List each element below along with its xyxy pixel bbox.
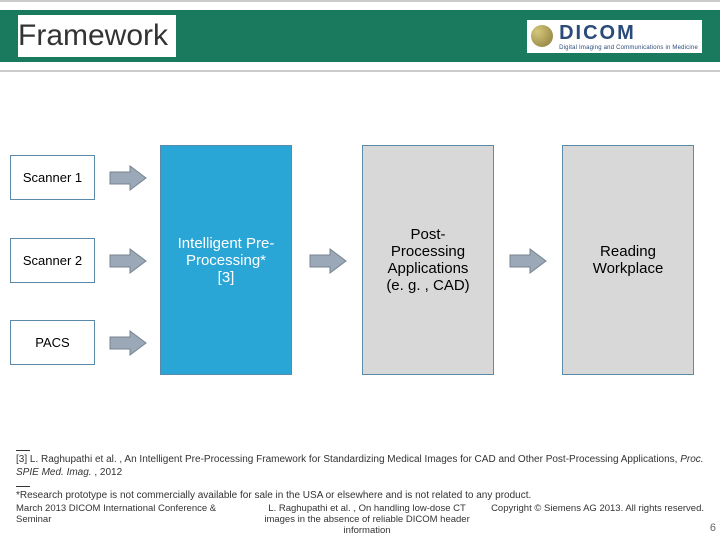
footer-mid: L. Raghupathi et al. , On handling low-d…	[254, 503, 481, 536]
footnotes: [3] L. Raghupathi et al. , An Intelligen…	[16, 444, 704, 503]
header-bar: Framework DICOM Digital Imaging and Comm…	[0, 0, 720, 72]
footer-right: Copyright © Siemens AG 2013. All rights …	[491, 503, 704, 536]
postproc-text: Applications	[386, 260, 469, 277]
footer: March 2013 DICOM International Conferenc…	[0, 503, 720, 536]
framework-diagram: Scanner 1 Scanner 2 PACS Intelligent Pre…	[10, 130, 710, 390]
arrow-icon	[108, 164, 148, 192]
label-pacs: PACS	[35, 335, 69, 350]
divider	[16, 450, 30, 451]
box-scanner-2: Scanner 2	[10, 238, 95, 283]
footer-left: March 2013 DICOM International Conferenc…	[16, 503, 243, 536]
logo-text-main: DICOM	[559, 22, 698, 45]
box-pacs: PACS	[10, 320, 95, 365]
arrow-icon	[308, 247, 348, 275]
page-number: 6	[710, 522, 716, 534]
footnote-ref3: [3] L. Raghupathi et al. , An Intelligen…	[16, 453, 704, 480]
preproc-text: Intelligent Pre-	[178, 235, 275, 252]
box-postprocessing: Post- Processing Applications (e. g. , C…	[362, 145, 494, 375]
footnote-asterisk: *Research prototype is not commercially …	[16, 489, 704, 503]
reading-text: Workplace	[593, 260, 664, 277]
box-scanner-1: Scanner 1	[10, 155, 95, 200]
arrow-icon	[108, 329, 148, 357]
logo-text-sub: Digital Imaging and Communications in Me…	[559, 45, 698, 51]
label-scanner-1: Scanner 1	[23, 170, 82, 185]
postproc-text: Processing	[386, 243, 469, 260]
preproc-text: Processing*	[178, 252, 275, 269]
arrow-icon	[108, 247, 148, 275]
globe-icon	[531, 25, 553, 47]
arrow-icon	[508, 247, 548, 275]
box-reading-workplace: Reading Workplace	[562, 145, 694, 375]
box-preprocessing: Intelligent Pre- Processing* [3]	[160, 145, 292, 375]
divider	[16, 486, 30, 487]
page-title: Framework	[18, 15, 176, 57]
label-scanner-2: Scanner 2	[23, 253, 82, 268]
preproc-text: [3]	[178, 269, 275, 286]
reading-text: Reading	[593, 243, 664, 260]
postproc-text: Post-	[386, 226, 469, 243]
dicom-logo: DICOM Digital Imaging and Communications…	[527, 20, 702, 53]
postproc-text: (e. g. , CAD)	[386, 277, 469, 294]
